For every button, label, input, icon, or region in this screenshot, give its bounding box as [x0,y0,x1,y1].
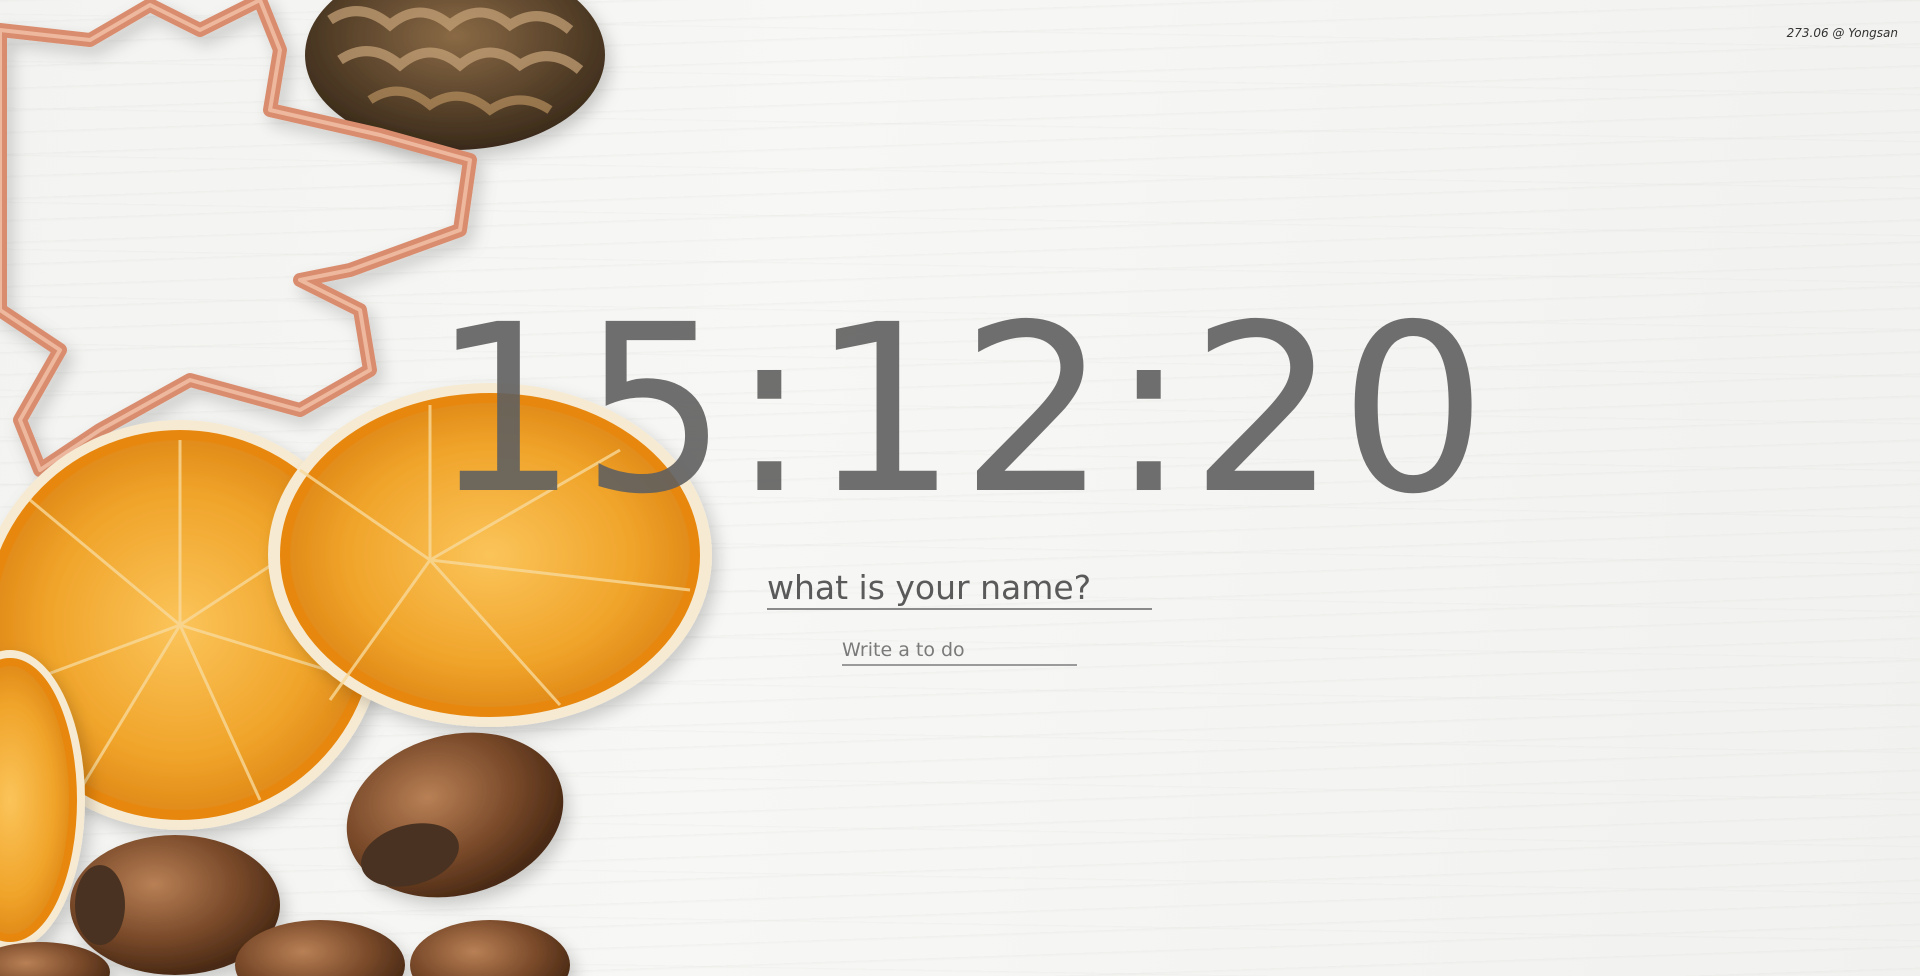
todo-form [842,636,1077,666]
hazelnut-icon [346,732,564,898]
weather-location-text: 273.06 @ Yongsan [1786,26,1898,40]
todo-input[interactable] [842,636,1077,666]
hazelnut-icon [410,920,570,976]
name-input[interactable] [767,566,1152,610]
clock-time: 15:12:20 [431,275,1489,545]
greeting-form [767,566,1152,610]
page-root: 273.06 @ Yongsan 15:12:20 [0,0,1920,976]
